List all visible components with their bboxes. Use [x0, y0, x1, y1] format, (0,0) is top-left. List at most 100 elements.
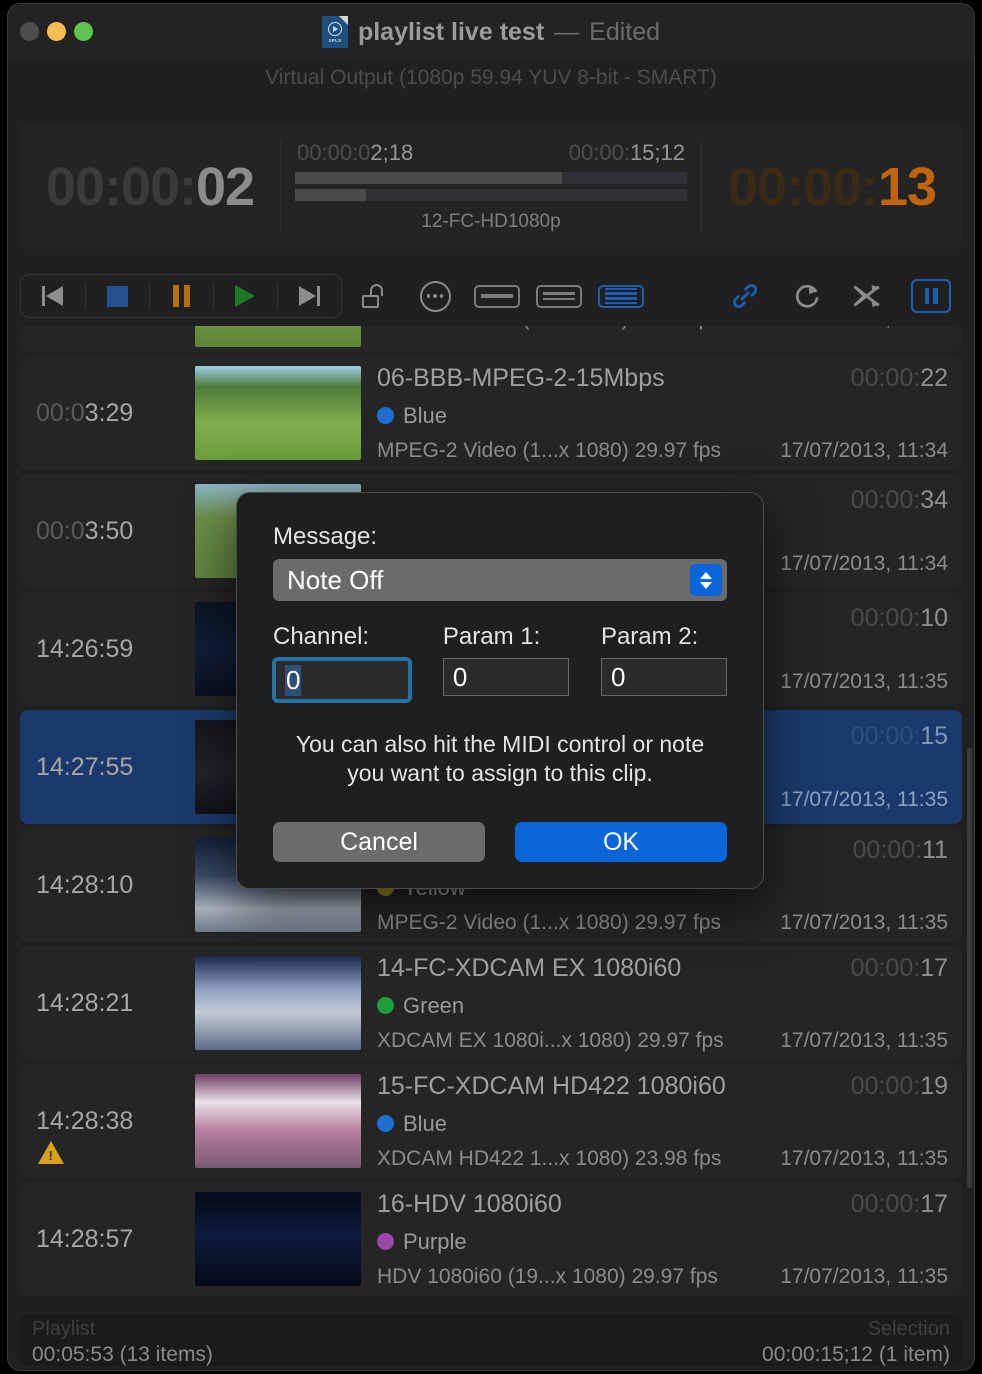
clip-thumbnail [195, 366, 361, 460]
color-dot-icon [377, 997, 394, 1014]
clip-info: MPEG-2 Video (1...x 1080) 29.97 fps 17/07… [361, 326, 962, 352]
cancel-button[interactable]: Cancel [273, 822, 485, 862]
shuffle-button[interactable] [838, 274, 900, 318]
clip-format: XDCAM HD422 1...x 1080) 23.98 fps [377, 1146, 722, 1170]
clip-format: MPEG-2 Video (1...x 1080) 29.97 fps [377, 438, 721, 462]
more-options-icon [419, 280, 451, 312]
ok-button[interactable]: OK [515, 822, 727, 862]
message-label: Message: [273, 523, 378, 550]
lock-button[interactable] [342, 274, 404, 318]
table-row[interactable]: 00:03:29 06-BBB-MPEG-2-15Mbps 00:00:22 Blue… [20, 356, 962, 470]
current-timecode: 00:00:02 [45, 156, 255, 217]
dialog-hint-line2: you want to assign to this clip. [347, 759, 653, 786]
channel-value: 0 [285, 664, 302, 696]
pause-toggle-button[interactable] [900, 274, 962, 318]
view-medium-button[interactable] [528, 274, 590, 318]
dialog-hint-line1: You can also hit the MIDI control or not… [295, 731, 705, 757]
playlist-scrollbar[interactable] [967, 328, 972, 1306]
view-detailed-button[interactable] [590, 274, 652, 318]
link-button[interactable] [714, 274, 776, 318]
clip-meta: MPEG-2 Video (1...x 1080) 29.97 fps 17/07… [377, 439, 962, 463]
playlist-label: Playlist [32, 1318, 96, 1340]
clip-in-out-row: 00:00:02;18 00:00:15;12 [295, 140, 687, 172]
color-dot-icon [377, 1233, 394, 1250]
row-start-time: 14:28:21 [36, 988, 134, 1017]
pause-box-icon [911, 279, 951, 313]
clip-info-top: 14-FC-XDCAM EX 1080i60 00:00:17 [377, 954, 962, 983]
stop-button[interactable] [85, 275, 149, 317]
clip-duration: 00:00:19 [850, 1071, 948, 1100]
table-row[interactable]: 14:28:38 15-FC-XDCAM HD422 1080i60 00:00:1… [20, 1064, 962, 1178]
unlock-icon [362, 284, 384, 308]
clip-info: 14-FC-XDCAM EX 1080i60 00:00:17 Green XDCAM… [361, 946, 962, 1060]
warning-icon [38, 1141, 64, 1164]
status-values: 00:05:53 (13 items) 00:00:15;12 (1 item) [32, 1341, 950, 1367]
clip-date: 17/07/2013, 11:35 [780, 788, 948, 811]
clip-duration: 00:00:34 [850, 486, 948, 514]
clip-meta: HDV 1080i60 (19...x 1080) 29.97 fps 17/07… [377, 1265, 962, 1289]
next-clip-button[interactable] [277, 275, 341, 317]
loop-button[interactable] [776, 274, 838, 318]
table-row[interactable]: 14:28:57 16-HDV 1080i60 00:00:17 Purple HDV … [20, 1182, 962, 1296]
param2-input[interactable]: 0 [600, 658, 727, 696]
title-separator: — [554, 17, 580, 46]
more-options-button[interactable] [404, 274, 466, 318]
param1-value: 0 [452, 661, 468, 692]
clip-info: 06-BBB-MPEG-2-15Mbps 00:00:22 Blue MPEG-2 V… [361, 356, 962, 470]
stop-icon [106, 285, 128, 307]
progress-fill-primary [295, 172, 562, 184]
clip-format: XDCAM EX 1080i...x 1080) 29.97 fps [377, 1028, 724, 1052]
clip-info: 16-HDV 1080i60 00:00:17 Purple HDV 1080i60 … [361, 1182, 962, 1296]
clip-meta: XDCAM EX 1080i...x 1080) 29.97 fps 17/07/… [377, 1029, 962, 1053]
status-labels: Playlist Selection [32, 1318, 950, 1341]
param2-label: Param 2: [600, 623, 699, 650]
clip-meta: MPEG-2 Video (1...x 1080) 29.97 fps 17/07… [377, 911, 962, 935]
scrollbar-thumb[interactable] [967, 748, 972, 1188]
title-bar: XPLS playlist live test — Edited Virtual… [8, 4, 974, 89]
clip-info-top: 15-FC-XDCAM HD422 1080i60 00:00:19 [377, 1072, 962, 1101]
dialog-hint: You can also hit the MIDI control or not… [273, 730, 727, 788]
clip-out-timecode: 00:00:15;12 [568, 140, 685, 165]
previous-clip-button[interactable] [21, 275, 85, 317]
table-row[interactable]: MPEG-2 Video (1...x 1080) 29.97 fps 17/07… [20, 326, 962, 352]
row-start-time: 14:28:38 [20, 1064, 195, 1178]
message-select[interactable]: Note Off [273, 559, 727, 601]
window-title-group: XPLS playlist live test — Edited [8, 16, 974, 48]
param1-input[interactable]: 0 [442, 658, 569, 696]
remaining-timecode: 00:00:13 [727, 156, 937, 217]
channel-input[interactable]: 0 [273, 658, 411, 702]
clip-duration: 00:00:17 [850, 1189, 948, 1218]
row-start-time: 00:03:29 [36, 398, 134, 427]
list-compact-icon [474, 284, 520, 308]
row-start-time: 00:03:50 [36, 516, 134, 545]
shuffle-icon [853, 284, 881, 308]
clip-info: 15-FC-XDCAM HD422 1080i60 00:00:19 Blue XDC… [361, 1064, 962, 1178]
playlist-total: 00:05:53 (13 items) [32, 1343, 213, 1366]
clip-date: 17/07/2013, 11:34 [780, 552, 948, 575]
play-button[interactable] [213, 275, 277, 317]
view-compact-button[interactable] [466, 274, 528, 318]
list-medium-icon [536, 284, 582, 308]
channel-field-group: Channel: 0 [273, 623, 411, 702]
clip-thumbnail [195, 326, 361, 347]
clip-color-tag: Blue [377, 403, 962, 429]
table-row[interactable]: 14:28:21 14-FC-XDCAM EX 1080i60 00:00:17 Gr… [20, 946, 962, 1060]
clip-duration: 00:00:17 [850, 953, 948, 982]
param2-field-group: Param 2: 0 [600, 623, 727, 702]
pause-button[interactable] [149, 275, 213, 317]
progress-bar-primary[interactable] [295, 172, 687, 184]
chevron-updown-icon[interactable] [690, 564, 722, 596]
clip-duration: 00:00:15 [850, 722, 948, 750]
clip-duration: 00:00:10 [850, 604, 948, 632]
progress-bar-secondary[interactable] [295, 189, 687, 201]
clip-date: 17/07/2013, 11:34 [780, 438, 948, 462]
midi-assign-dialog: Message: Note Off Channel: 0 Param 1: 0 … [236, 492, 764, 889]
color-label: Blue [403, 402, 448, 428]
clip-thumbnail [195, 1074, 361, 1168]
skip-back-icon [42, 285, 64, 307]
clip-date: 17/07/2013, 11:35 [780, 1264, 948, 1288]
clip-thumbnail [195, 956, 361, 1050]
param2-value: 0 [610, 661, 626, 692]
link-icon [732, 283, 758, 309]
clip-date: 17/07/2013, 11:35 [780, 670, 948, 693]
